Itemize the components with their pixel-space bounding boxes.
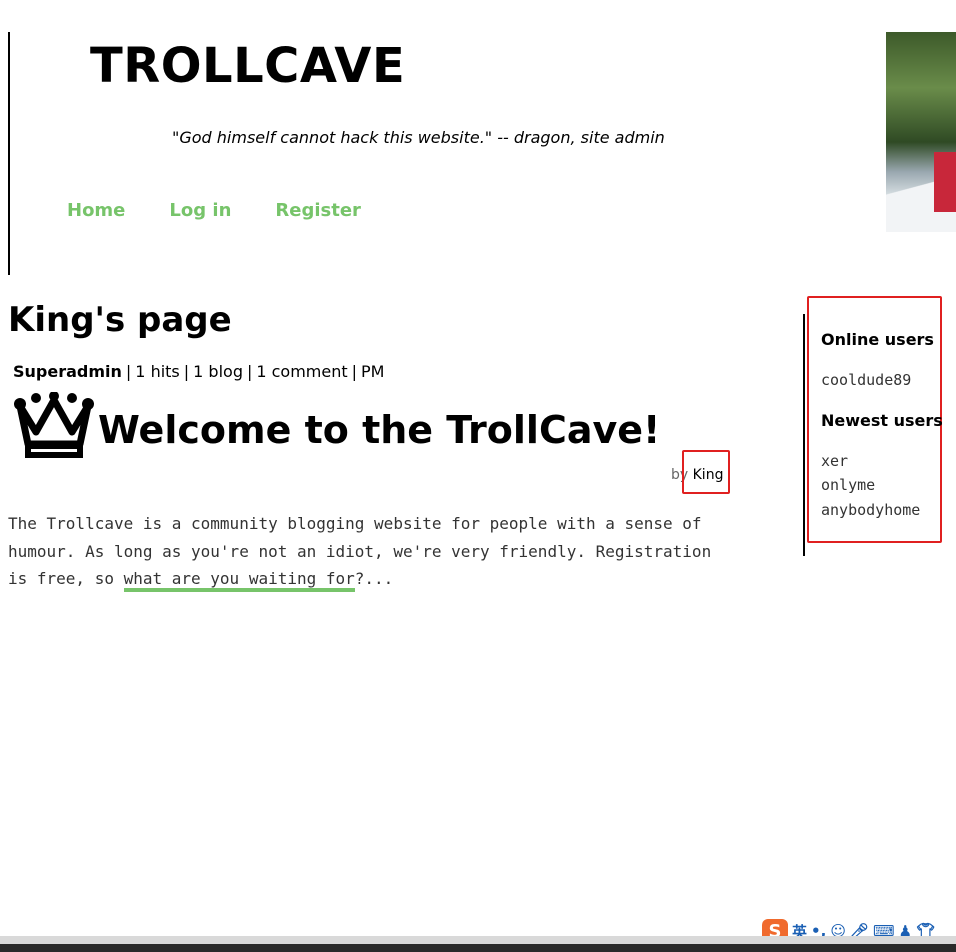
online-user-item[interactable]: cooldude89 xyxy=(821,368,941,393)
sidebar-divider xyxy=(803,314,805,556)
page-title: King's page xyxy=(8,300,232,340)
nav-home-link[interactable]: Home xyxy=(67,200,125,221)
pm-link[interactable]: PM xyxy=(361,362,384,381)
user-blog-count: 1 blog xyxy=(193,362,243,381)
online-users-list: cooldude89 xyxy=(821,368,941,393)
newest-users-list: xer onlyme anybodyhome xyxy=(821,449,941,523)
header-divider xyxy=(8,32,10,275)
sidebar: Online users cooldude89 Newest users xer… xyxy=(821,328,943,523)
nav-register-link[interactable]: Register xyxy=(275,200,361,221)
photo-red-banner xyxy=(934,152,956,212)
post-title[interactable]: Welcome to the TrollCave! xyxy=(98,406,660,454)
page: TROLLCAVE "God himself cannot hack this … xyxy=(0,0,956,952)
header-photo xyxy=(886,32,956,232)
site-tagline: "God himself cannot hack this website." … xyxy=(172,128,665,147)
newest-user-item[interactable]: anybodyhome xyxy=(821,498,941,523)
post-body: The Trollcave is a community blogging we… xyxy=(8,510,728,593)
user-comment-count: 1 comment xyxy=(256,362,348,381)
main-nav: Home Log in Register xyxy=(67,200,361,221)
user-stats: Superadmin | 1 hits | 1 blog | 1 comment | PM xyxy=(13,362,385,381)
user-hits: 1 hits xyxy=(135,362,180,381)
newest-users-heading: Newest users xyxy=(821,410,943,430)
post-body-ellipsis: ?... xyxy=(354,569,394,588)
newest-user-item[interactable]: xer xyxy=(821,449,941,474)
author-highlight-box xyxy=(682,450,730,494)
online-users-heading: Online users xyxy=(821,330,934,349)
newest-user-item[interactable]: onlyme xyxy=(821,473,941,498)
register-cta-link[interactable]: what are you waiting for xyxy=(123,569,355,592)
horizontal-scrollbar[interactable] xyxy=(0,936,956,944)
crown-icon xyxy=(14,391,94,464)
user-role: Superadmin xyxy=(13,362,122,381)
site-title[interactable]: TROLLCAVE xyxy=(90,36,405,96)
taskbar xyxy=(0,944,956,952)
nav-login-link[interactable]: Log in xyxy=(169,200,231,221)
